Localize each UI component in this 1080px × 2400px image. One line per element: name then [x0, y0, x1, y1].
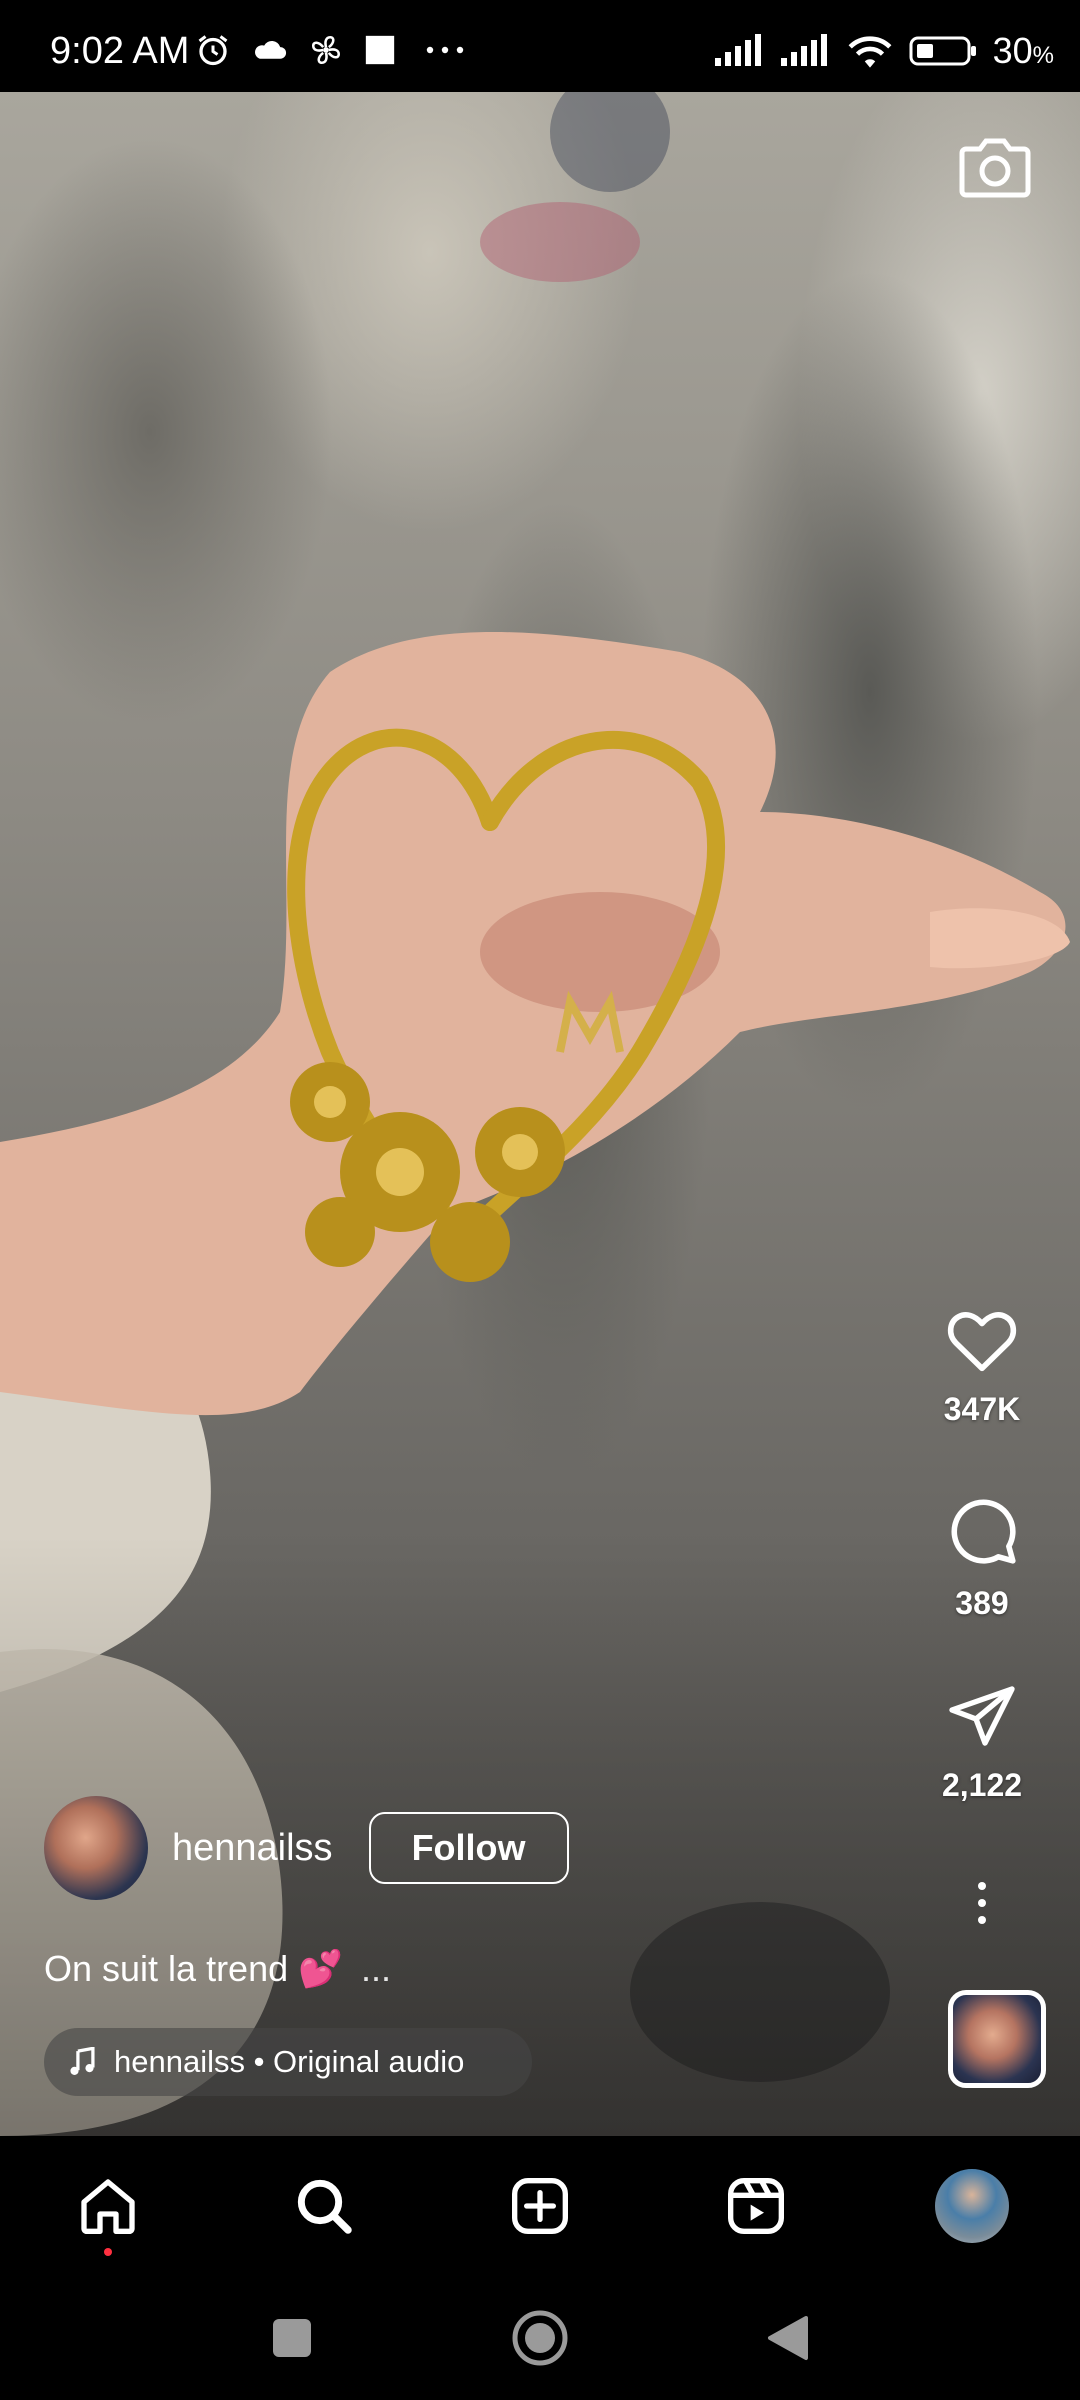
author-row: hennailss Follow — [44, 1796, 569, 1900]
author-username[interactable]: hennailss — [172, 1827, 333, 1870]
caption-more[interactable]: ... — [361, 1948, 391, 1990]
signal-icon — [714, 34, 761, 66]
heart-icon[interactable] — [944, 1305, 1020, 1373]
caption[interactable]: On suit la trend 💕 ... — [44, 1948, 391, 1990]
comment-count: 389 — [955, 1585, 1009, 1621]
caption-emoji: 💕 — [298, 1948, 343, 1989]
more-options-action[interactable] — [912, 1880, 1052, 1926]
like-action[interactable]: 347K — [912, 1305, 1052, 1428]
audio-pill[interactable]: hennailss • Original audio — [44, 2028, 532, 2096]
cloud-icon — [255, 40, 287, 59]
status-notification-icons — [195, 32, 465, 68]
back-button[interactable] — [758, 2308, 818, 2368]
create-icon[interactable] — [508, 2174, 572, 2238]
profile-avatar[interactable] — [935, 2169, 1009, 2243]
follow-button[interactable]: Follow — [368, 1812, 569, 1884]
nav-home[interactable] — [68, 2166, 148, 2256]
fan-icon — [311, 35, 341, 65]
more-vertical-icon[interactable] — [974, 1880, 990, 1926]
nav-profile[interactable] — [932, 2166, 1012, 2246]
home-icon[interactable] — [76, 2174, 140, 2238]
reels-icon[interactable] — [724, 2174, 788, 2238]
comment-action[interactable]: 389 — [912, 1493, 1052, 1622]
author-avatar[interactable] — [44, 1796, 148, 1900]
music-note-icon — [70, 2047, 95, 2075]
square-icon — [365, 35, 395, 65]
more-notifications-icon — [426, 46, 464, 54]
comment-icon[interactable] — [944, 1493, 1020, 1567]
caption-text: On suit la trend — [44, 1948, 289, 1989]
audio-label: hennailss • Original audio — [114, 2044, 465, 2079]
bottom-nav — [0, 2136, 1080, 2268]
search-icon[interactable] — [292, 2174, 356, 2238]
nav-search[interactable] — [284, 2166, 364, 2246]
home-circle-icon[interactable] — [511, 2309, 569, 2367]
back-triangle-icon[interactable] — [766, 2314, 810, 2362]
audio-thumbnail[interactable] — [948, 1990, 1046, 2088]
signal-icon-2 — [780, 34, 827, 66]
share-action[interactable]: 2,122 — [912, 1683, 1052, 1804]
share-icon[interactable] — [946, 1683, 1018, 1749]
nav-reels[interactable] — [716, 2166, 796, 2246]
alarm-icon — [198, 35, 228, 66]
home-system-button[interactable] — [510, 2308, 570, 2368]
recents-button[interactable] — [262, 2308, 322, 2368]
wifi-icon — [848, 36, 892, 68]
system-navigation-bar — [0, 2268, 1080, 2400]
nav-create[interactable] — [500, 2166, 580, 2246]
recents-icon[interactable] — [271, 2317, 313, 2359]
share-count: 2,122 — [941, 1767, 1023, 1803]
home-active-dot — [104, 2248, 112, 2256]
status-time: 9:02 AM — [50, 30, 190, 72]
like-count: 347K — [943, 1391, 1021, 1427]
